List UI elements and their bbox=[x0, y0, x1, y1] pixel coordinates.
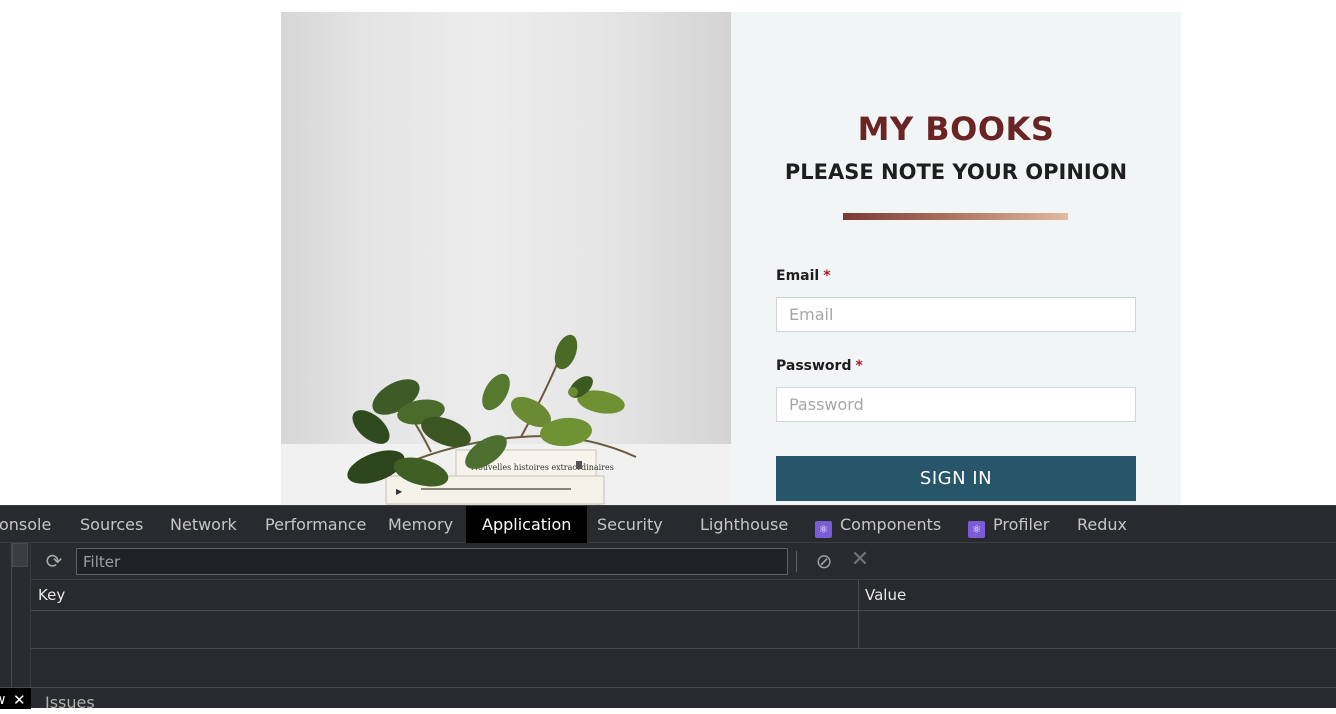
tab-lighthouse[interactable]: Lighthouse bbox=[700, 506, 788, 543]
tab-network[interactable]: Network bbox=[170, 506, 237, 543]
toolbar-separator bbox=[796, 551, 797, 572]
tab-profiler[interactable]: ⚛ Profiler bbox=[968, 506, 1049, 543]
devtools-tabbar: onsole Sources Network Performance Memor… bbox=[0, 505, 1336, 543]
tab-sources[interactable]: Sources bbox=[80, 506, 143, 543]
drawer-tab-issues[interactable]: Issues bbox=[45, 692, 95, 714]
table-empty-area bbox=[31, 649, 1336, 687]
required-mark: * bbox=[855, 358, 863, 374]
svg-text:▶: ▶ bbox=[396, 487, 403, 496]
devtools-drawer: w ✕ Issues bbox=[0, 687, 1336, 712]
storage-toolbar: ⟳ ⊘ ✕ bbox=[31, 543, 1336, 580]
react-icon: ⚛ bbox=[815, 521, 832, 538]
plant-books-illustration: Nouvelles histoires extraordinaires ▶ bbox=[281, 334, 731, 505]
login-card: Nouvelles histoires extraordinaires ▶ MY… bbox=[281, 12, 1181, 505]
sign-in-button[interactable]: SIGN IN bbox=[776, 456, 1136, 501]
page-title: MY BOOKS bbox=[857, 110, 1055, 148]
storage-table: Key Value bbox=[31, 580, 1336, 687]
clear-all-icon[interactable]: ⊘ bbox=[813, 550, 835, 572]
application-sidebar[interactable] bbox=[0, 543, 31, 687]
column-separator[interactable] bbox=[858, 580, 859, 649]
sidebar-resize-handle[interactable] bbox=[12, 543, 28, 567]
drawer-tab-label: w bbox=[0, 688, 5, 709]
tab-application[interactable]: Application bbox=[466, 506, 588, 543]
password-label: Password * bbox=[776, 358, 863, 374]
book-spine-1: Nouvelles histoires extraordinaires bbox=[471, 463, 614, 472]
email-label-text: Email bbox=[776, 268, 820, 284]
drawer-tab-active[interactable]: w ✕ bbox=[0, 688, 31, 709]
tab-profiler-label: Profiler bbox=[993, 515, 1050, 534]
column-value[interactable]: Value bbox=[865, 580, 906, 611]
table-row[interactable] bbox=[31, 611, 1336, 649]
tab-memory[interactable]: Memory bbox=[388, 506, 453, 543]
title-divider bbox=[843, 213, 1068, 220]
tab-redux[interactable]: Redux bbox=[1077, 506, 1127, 543]
tab-security[interactable]: Security bbox=[597, 506, 663, 543]
password-field[interactable] bbox=[776, 387, 1136, 422]
login-form-panel: MY BOOKS PLEASE NOTE YOUR OPINION Email *… bbox=[731, 12, 1181, 505]
email-label: Email * bbox=[776, 268, 831, 284]
email-field[interactable] bbox=[776, 297, 1136, 332]
page-subtitle: PLEASE NOTE YOUR OPINION bbox=[784, 160, 1128, 184]
password-label-text: Password bbox=[776, 358, 852, 374]
tab-components-label: Components bbox=[840, 515, 942, 534]
web-page: Nouvelles histoires extraordinaires ▶ MY… bbox=[0, 0, 1336, 505]
hero-photo: Nouvelles histoires extraordinaires ▶ bbox=[281, 12, 731, 505]
required-mark: * bbox=[823, 268, 831, 284]
tab-console[interactable]: onsole bbox=[0, 506, 51, 543]
close-icon[interactable]: ✕ bbox=[13, 688, 26, 709]
react-icon: ⚛ bbox=[968, 521, 985, 538]
delete-selected-icon[interactable]: ✕ bbox=[849, 549, 871, 571]
column-key[interactable]: Key bbox=[38, 580, 65, 611]
refresh-icon[interactable]: ⟳ bbox=[43, 550, 65, 572]
tab-performance[interactable]: Performance bbox=[265, 506, 366, 543]
tab-components[interactable]: ⚛ Components bbox=[815, 506, 941, 543]
table-header: Key Value bbox=[31, 580, 1336, 611]
filter-input[interactable] bbox=[76, 548, 788, 575]
devtools-panel: onsole Sources Network Performance Memor… bbox=[0, 505, 1336, 712]
